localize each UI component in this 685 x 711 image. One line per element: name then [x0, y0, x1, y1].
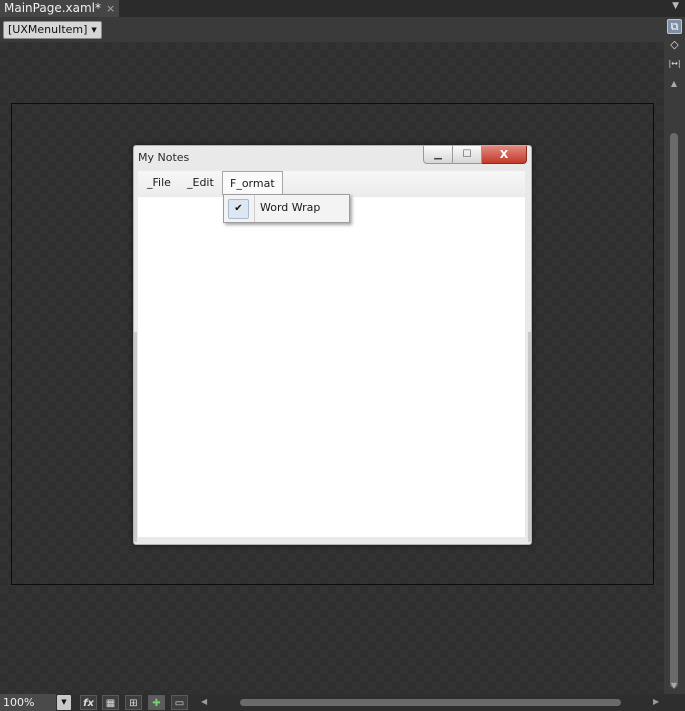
menu-bar: _File _Edit F_ormat [138, 171, 525, 196]
view-mode-panel: ⧉ ◇ |↔| ▲ ▼ [664, 17, 685, 694]
maximize-button[interactable]: ☐ [453, 146, 482, 164]
menu-file[interactable]: _File [147, 171, 171, 195]
fx-icon[interactable]: fx [80, 695, 97, 710]
format-dropdown-menu: ✔ Word Wrap [223, 194, 350, 223]
window-left-edge [134, 332, 137, 542]
menu-edit[interactable]: _Edit [187, 171, 214, 195]
scroll-down-icon[interactable]: ▼ [668, 681, 680, 690]
status-bar: 100% ▼ fx ▦ ⊞ ✚ ▭ ◀ ▶ [0, 694, 685, 711]
chevron-down-icon[interactable]: ▼ [672, 1, 679, 11]
horizontal-scrollbar-thumb[interactable] [240, 699, 621, 706]
split-view-icon[interactable]: |↔| [667, 57, 682, 71]
breadcrumb[interactable]: [UXMenuItem] ▼ [3, 21, 102, 39]
breadcrumb-bar: [UXMenuItem] ▼ [0, 17, 664, 42]
window-controls: ▁ ☐ X [423, 146, 527, 164]
scroll-right-icon[interactable]: ▶ [653, 697, 659, 706]
snap-grid-icon[interactable]: ⊞ [125, 695, 142, 710]
document-tab[interactable]: MainPage.xaml* × [0, 0, 120, 17]
document-tab-strip: MainPage.xaml* × ▼ [0, 0, 685, 17]
code-view-icon[interactable]: ◇ [667, 38, 682, 52]
close-button[interactable]: X [482, 146, 527, 164]
snap-icon[interactable]: ✚ [148, 695, 165, 710]
chevron-down-icon[interactable]: ▼ [57, 695, 71, 710]
grid-icon[interactable]: ▦ [102, 695, 119, 710]
close-icon: X [499, 148, 509, 161]
maximize-icon: ☐ [462, 149, 472, 160]
design-view-icon[interactable]: ⧉ [667, 19, 682, 34]
minimize-button[interactable]: ▁ [423, 146, 453, 164]
menu-item-word-wrap[interactable]: Word Wrap [260, 201, 320, 214]
menu-icon-gutter: ✔ [224, 195, 255, 222]
text-area[interactable] [138, 197, 525, 537]
breadcrumb-label: [UXMenuItem] [8, 23, 88, 36]
chevron-down-icon: ▼ [91, 26, 97, 34]
minimize-icon: ▁ [434, 149, 442, 160]
window-right-edge [528, 332, 531, 542]
document-tab-title: MainPage.xaml* [4, 1, 101, 15]
scroll-up-icon[interactable]: ▲ [668, 79, 680, 88]
vertical-scrollbar-thumb[interactable] [670, 133, 678, 688]
annotation-icon[interactable]: ▭ [171, 695, 188, 710]
scroll-left-icon[interactable]: ◀ [201, 697, 207, 706]
menu-format[interactable]: F_ormat [222, 171, 283, 195]
check-icon: ✔ [228, 199, 249, 219]
zoom-input[interactable]: 100% [0, 694, 56, 711]
close-icon[interactable]: × [106, 0, 115, 17]
window-title: My Notes [138, 151, 190, 164]
